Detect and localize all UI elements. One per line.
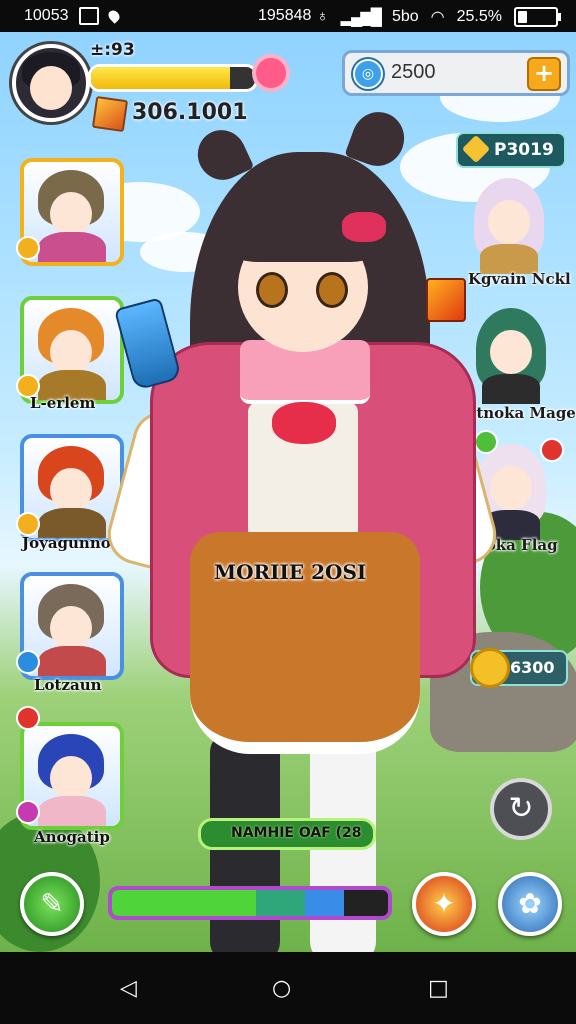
alert-badge-icon — [16, 706, 40, 730]
gem-counter: ◎ 2500 + — [342, 50, 570, 96]
roster-badge-icon — [16, 512, 40, 536]
gem-icon: ◎ — [353, 59, 383, 89]
character-body — [38, 646, 106, 676]
roster-badge-icon — [16, 800, 40, 824]
side-coin-value: 6300 — [510, 658, 555, 677]
hero-name-pill: NAMHIE OAF (28 — [198, 818, 376, 850]
roster-badge-icon — [16, 650, 40, 674]
character-face — [50, 330, 92, 374]
add-gems-button[interactable]: + — [527, 57, 561, 91]
exp-bar-segment — [305, 890, 344, 916]
status-bar: 10053 195848 ♁ ▂▄▆█ 5bo ◠ 25.5% — [0, 0, 576, 32]
navigation-bar: ◁ ○ □ — [0, 952, 576, 1024]
hero-ribbon — [272, 402, 336, 444]
character-face — [50, 192, 92, 236]
roster-badge-icon — [16, 236, 40, 260]
side-coin-counter: 6300 — [470, 648, 568, 688]
roster-character-right[interactable] — [470, 308, 552, 404]
hero-name-label: NAMHIE OAF (28 — [231, 825, 362, 841]
roster-label: Lotzaun — [34, 676, 102, 694]
hero-eye-left — [256, 272, 288, 308]
status-center-text: 195848 — [258, 7, 312, 24]
avatar-face — [30, 66, 72, 110]
battery-percent: 25.5% — [456, 8, 502, 25]
game-scene: ±:93 306.1001 ◎ 2500 + P3019 L-erlem Joya… — [0, 32, 576, 952]
character-face — [50, 756, 92, 800]
network-label: 5bo — [391, 8, 419, 25]
character-face — [50, 606, 92, 650]
character-face — [50, 468, 92, 512]
gem-value: 2500 — [391, 61, 436, 83]
hero-hair-bow — [342, 212, 386, 242]
fire-skill-button[interactable]: ✦ — [412, 872, 476, 936]
character-face — [488, 200, 530, 244]
wifi-icon: ◠ — [430, 9, 445, 26]
roster-label: Anogatip — [34, 828, 110, 846]
player-avatar[interactable] — [12, 44, 90, 122]
exp-bar-segment — [255, 890, 306, 916]
refresh-button[interactable]: ↻ — [490, 778, 552, 840]
coin-icon — [470, 648, 510, 688]
character-face — [490, 330, 532, 374]
flower-icon[interactable] — [256, 58, 286, 88]
roster-character-right[interactable] — [468, 178, 550, 274]
hp-bar — [88, 64, 258, 92]
calendar-icon — [78, 7, 99, 25]
alarm-icon: ♁ — [316, 8, 329, 25]
hero-cup — [113, 297, 183, 391]
hp-bar-fill — [91, 67, 231, 89]
gold-value: P3019 — [494, 140, 554, 160]
roster-label: L-erlem — [30, 394, 96, 412]
gear-skill-button[interactable]: ✿ — [498, 872, 562, 936]
back-button[interactable]: ◁ — [120, 976, 137, 1001]
roster-label: Kgvain Nckl — [468, 270, 571, 288]
status-badge-icon — [540, 438, 564, 462]
character-face — [490, 466, 532, 510]
battery-icon — [514, 7, 561, 27]
exp-bar-segment — [112, 890, 256, 916]
status-time: 10053 — [24, 7, 69, 24]
character-body — [482, 374, 540, 404]
hero-label: MORIIE 2OSI — [214, 560, 367, 584]
roster-label: Joyagunno — [22, 534, 111, 552]
home-button[interactable]: ○ — [272, 976, 291, 1001]
location-icon — [105, 8, 122, 24]
hero-eye-right — [316, 272, 348, 308]
player-level: ±:93 — [90, 40, 135, 60]
character-body — [38, 232, 106, 262]
signal-icon: ▂▄▆█ — [340, 9, 382, 26]
character-body — [38, 796, 106, 826]
floating-cube-icon[interactable] — [426, 278, 466, 322]
recent-apps-button[interactable]: □ — [428, 976, 449, 1001]
exp-bar — [108, 886, 392, 920]
edit-button[interactable]: ✎ — [20, 872, 84, 936]
